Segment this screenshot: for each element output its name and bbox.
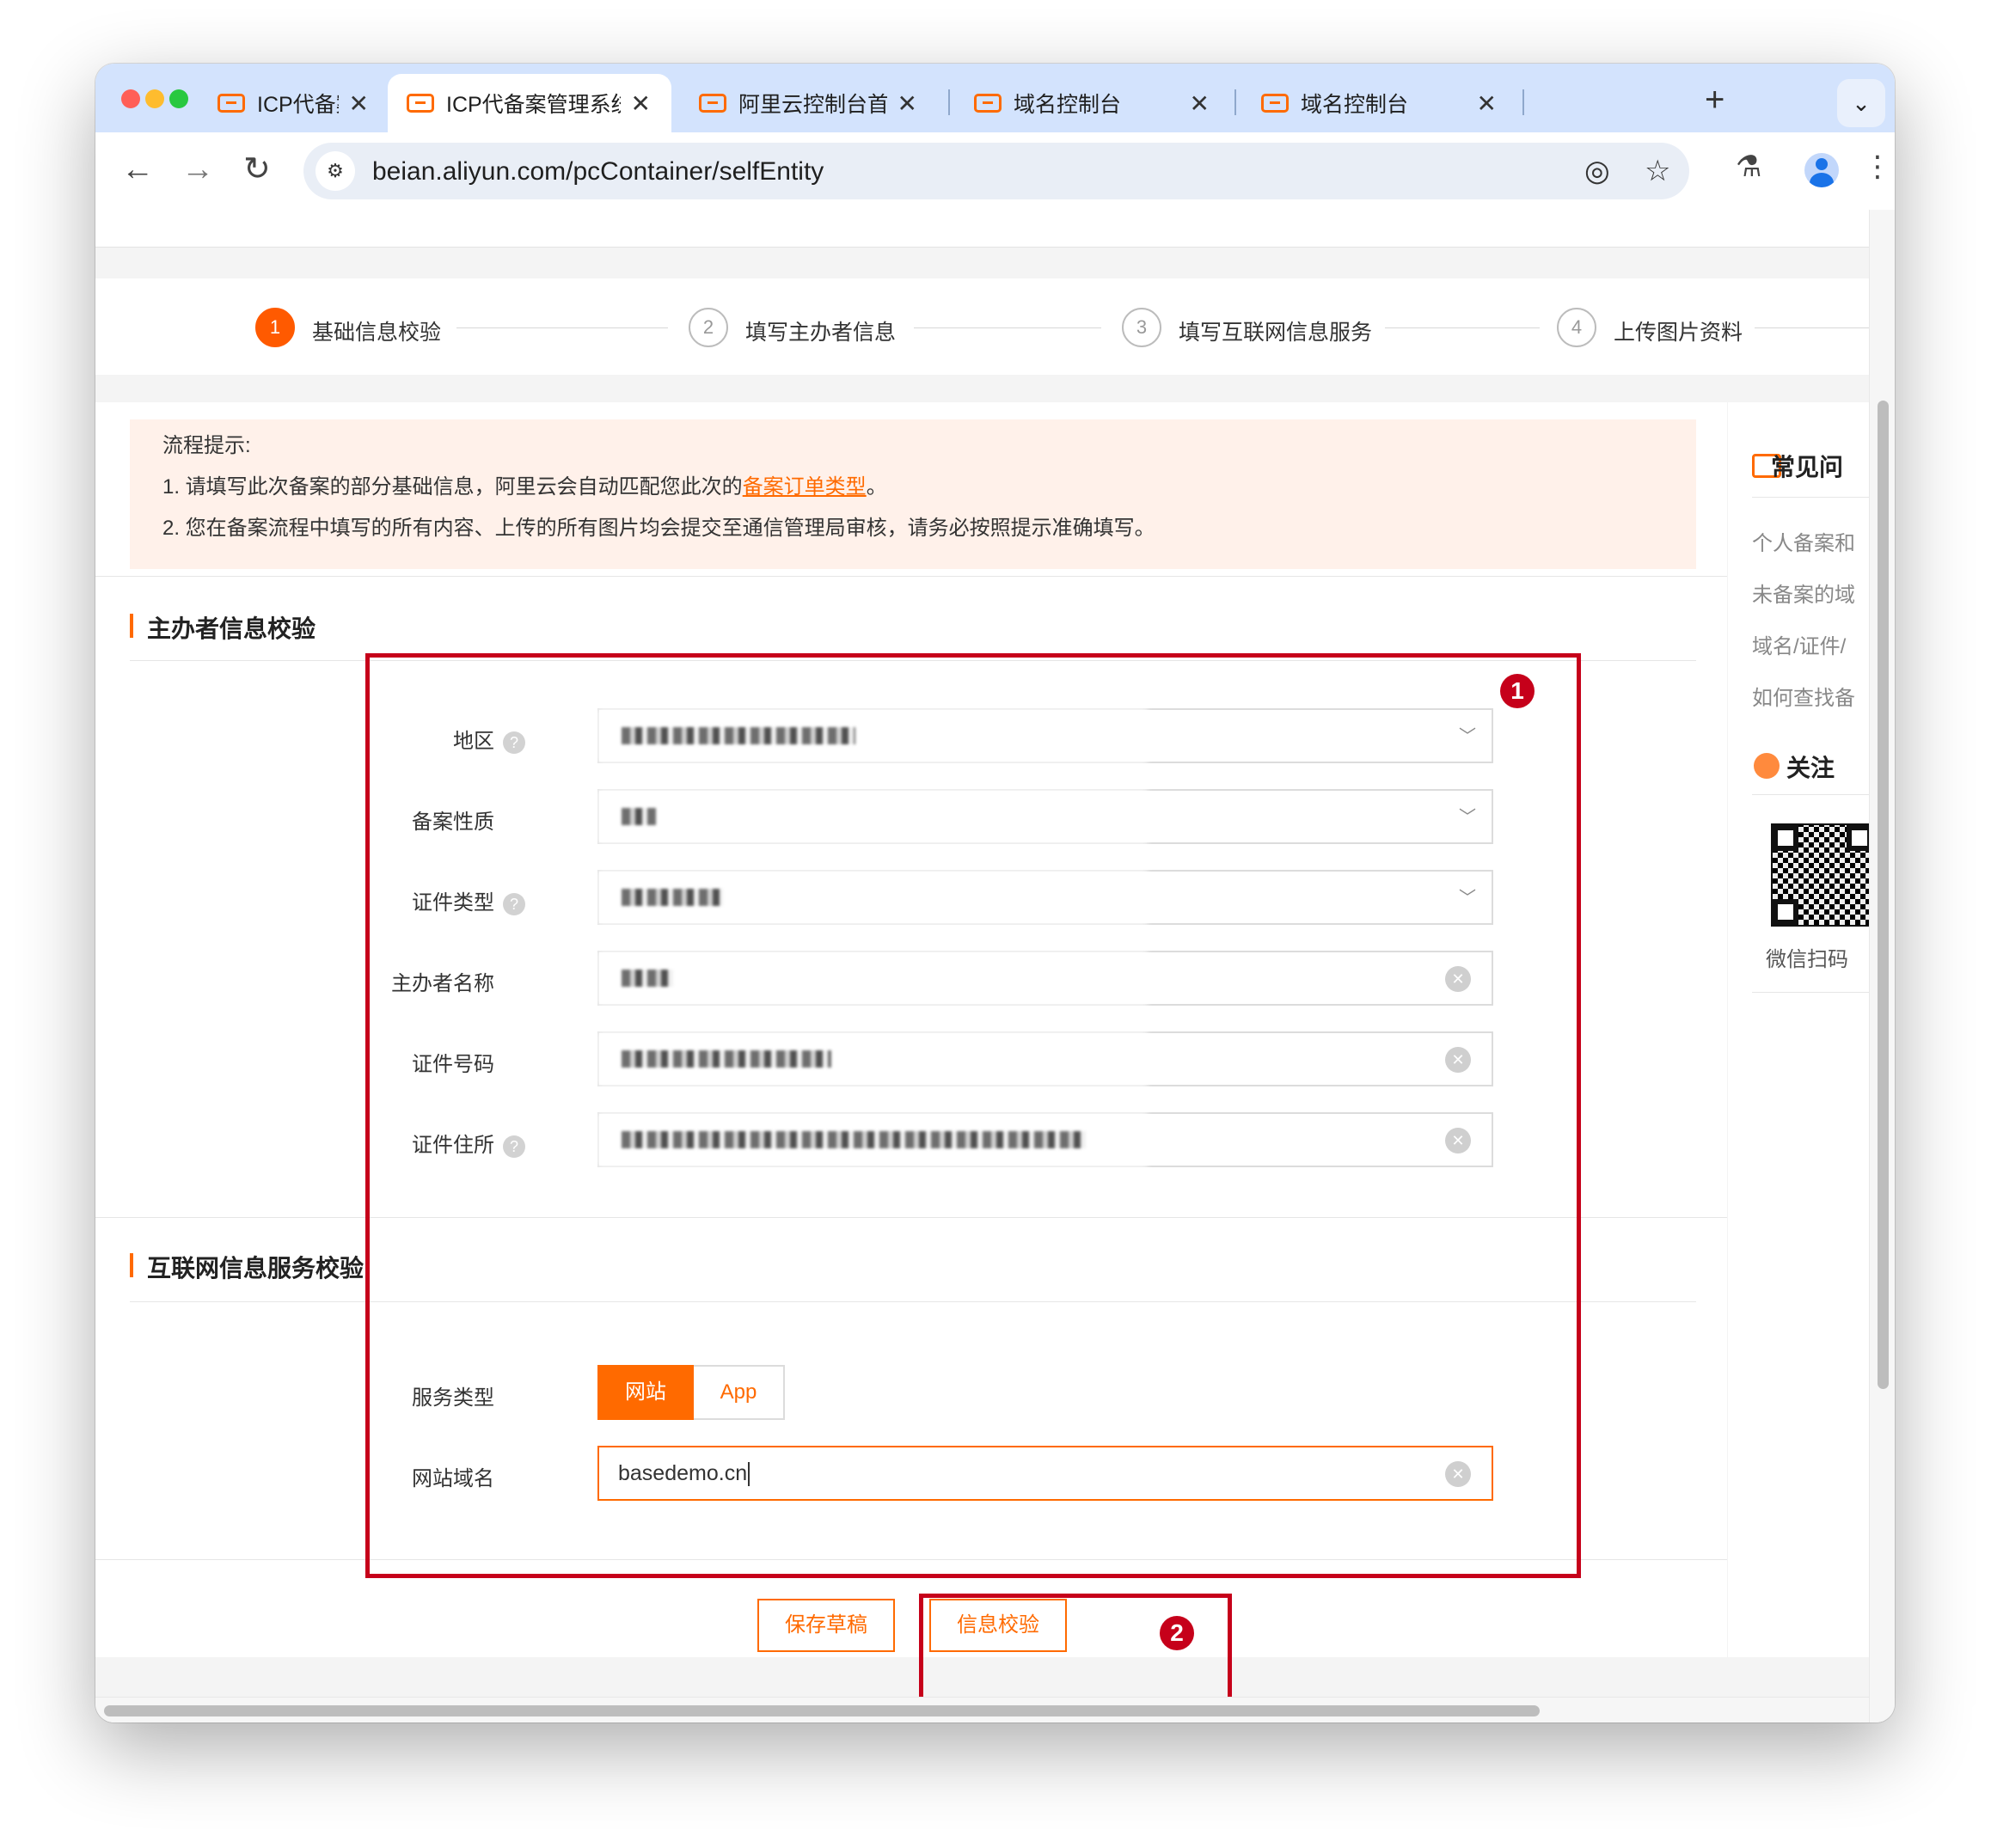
aliyun-icon xyxy=(699,94,726,113)
step-4-label: 上传图片资料 xyxy=(1614,321,1743,345)
faq-item[interactable]: 未备案的域 xyxy=(1752,578,1855,608)
step-2-number: 2 xyxy=(689,308,728,347)
tab-strip: ICP代备案管理系统 ✕ ICP代备案管理系统 ✕ 阿里云控制台首页 ✕ 域名控… xyxy=(95,64,1895,132)
progress-steps: 1 基础信息校验 2 填写主办者信息 3 填写互联网信息服务 4 上传图片资料 xyxy=(95,278,1869,375)
save-draft-button[interactable]: 保存草稿 xyxy=(757,1599,895,1652)
faq-title: 常见问 xyxy=(1771,454,1844,480)
vertical-scrollbar[interactable] xyxy=(1869,210,1895,1723)
new-tab-icon[interactable]: + xyxy=(1705,81,1725,119)
order-type-link[interactable]: 备案订单类型 xyxy=(743,475,867,499)
scroll-thumb[interactable] xyxy=(1878,401,1889,1389)
close-window-button[interactable] xyxy=(121,89,140,108)
annotation-box-1 xyxy=(365,653,1581,1578)
step-connector xyxy=(1755,327,1869,328)
close-tab-icon[interactable]: ✕ xyxy=(1190,89,1210,118)
step-1-number: 1 xyxy=(255,308,295,347)
tab-search-chevron-icon[interactable]: ⌄ xyxy=(1837,79,1885,127)
step-3-label: 填写互联网信息服务 xyxy=(1179,321,1373,345)
more-menu-icon[interactable]: ⋮ xyxy=(1863,150,1892,184)
qr-finder xyxy=(1773,825,1798,851)
aliyun-icon xyxy=(974,94,1002,113)
address-bar[interactable]: ⚙ beian.aliyun.com/pcContainer/selfEntit… xyxy=(303,143,1689,199)
divider xyxy=(95,576,1727,577)
step-connector xyxy=(1385,327,1540,328)
minimize-window-button[interactable] xyxy=(145,89,164,108)
site-info-icon[interactable]: ⚙ xyxy=(315,151,355,191)
service-section-title: 互联网信息服务校验 xyxy=(130,1250,364,1284)
tab-title: ICP代备案管理系统 xyxy=(446,93,621,117)
tab-title: 阿里云控制台首页 xyxy=(738,93,887,117)
follow-title: 关注 xyxy=(1786,755,1835,781)
notice-line-1-end: 。 xyxy=(866,475,887,499)
divider xyxy=(1752,497,1869,498)
browser-tab[interactable]: 域名控制台 ✕ xyxy=(1242,74,1517,132)
notice-line-2: 2. 您在备案流程中填写的所有内容、上传的所有图片均会提交至通信管理局审核，请务… xyxy=(162,517,1155,540)
back-arrow-icon[interactable]: ← xyxy=(121,148,154,191)
wechat-icon xyxy=(1754,753,1780,779)
close-tab-icon[interactable]: ✕ xyxy=(349,89,369,118)
browser-tab[interactable]: 域名控制台 ✕ xyxy=(955,74,1230,132)
step-2-label: 填写主办者信息 xyxy=(745,321,897,345)
faq-item[interactable]: 个人备案和 xyxy=(1752,526,1855,556)
browser-toolbar: ← → ↻ ⚙ beian.aliyun.com/pcContainer/sel… xyxy=(95,132,1895,210)
horizontal-scrollbar[interactable] xyxy=(95,1697,1869,1723)
annotation-number-2: 2 xyxy=(1160,1616,1194,1650)
tab-title: ICP代备案管理系统 xyxy=(257,93,339,117)
eye-off-icon[interactable]: ◎ xyxy=(1584,154,1610,188)
qr-finder xyxy=(1773,899,1798,925)
tab-separator xyxy=(1234,89,1236,115)
scroll-thumb[interactable] xyxy=(104,1705,1540,1716)
maximize-window-button[interactable] xyxy=(169,89,188,108)
browser-tab-active[interactable]: ICP代备案管理系统 ✕ xyxy=(388,74,671,132)
tab-separator xyxy=(948,89,950,115)
notice-line-1: 1. 请填写此次备案的部分基础信息，阿里云会自动匹配您此次的备案订单类型。 xyxy=(162,476,1696,499)
qr-caption: 微信扫码 xyxy=(1766,948,1848,971)
step-1-label: 基础信息校验 xyxy=(312,321,442,345)
aliyun-icon xyxy=(407,94,434,113)
wechat-qr-code xyxy=(1771,823,1869,927)
faq-item[interactable]: 域名/证件/ xyxy=(1752,629,1846,659)
process-notice: 流程提示: 1. 请填写此次备案的部分基础信息，阿里云会自动匹配您此次的备案订单… xyxy=(130,419,1696,569)
url-text[interactable]: beian.aliyun.com/pcContainer/selfEntity xyxy=(372,157,824,187)
browser-tab[interactable]: 阿里云控制台首页 ✕ xyxy=(680,74,938,132)
aliyun-icon xyxy=(217,94,245,113)
page-top-band xyxy=(95,210,1869,248)
notice-line-1-text: 1. 请填写此次备案的部分基础信息，阿里云会自动匹配您此次的 xyxy=(162,475,743,499)
step-connector xyxy=(914,327,1101,328)
sponsor-section-title: 主办者信息校验 xyxy=(130,610,315,645)
step-3-number: 3 xyxy=(1122,308,1161,347)
reload-icon[interactable]: ↻ xyxy=(243,148,271,191)
qr-finder xyxy=(1847,825,1869,851)
tab-title: 域名控制台 xyxy=(1301,93,1409,117)
divider xyxy=(1752,794,1869,795)
help-sidebar: 常见问 个人备案和 未备案的域 域名/证件/ 如何查找备 关注 微信扫码 xyxy=(1728,402,1869,1657)
browser-window: ICP代备案管理系统 ✕ ICP代备案管理系统 ✕ 阿里云控制台首页 ✕ 域名控… xyxy=(95,64,1895,1723)
aliyun-icon xyxy=(1261,94,1289,113)
profile-avatar-icon[interactable] xyxy=(1804,153,1839,187)
page-viewport: 1 基础信息校验 2 填写主办者信息 3 填写互联网信息服务 4 上传图片资料 … xyxy=(95,210,1895,1723)
star-bookmark-icon[interactable]: ☆ xyxy=(1645,154,1670,188)
step-4-number: 4 xyxy=(1557,308,1596,347)
annotation-number-1: 1 xyxy=(1500,674,1535,708)
labs-flask-icon[interactable]: ⚗ xyxy=(1736,150,1761,184)
notice-title: 流程提示: xyxy=(162,434,251,457)
browser-tab[interactable]: ICP代备案管理系统 ✕ xyxy=(199,74,389,132)
step-connector xyxy=(456,327,668,328)
close-tab-icon[interactable]: ✕ xyxy=(631,89,651,118)
tab-separator xyxy=(1522,89,1524,115)
close-tab-icon[interactable]: ✕ xyxy=(897,89,917,118)
close-tab-icon[interactable]: ✕ xyxy=(1477,89,1497,118)
forward-arrow-icon[interactable]: → xyxy=(181,148,214,191)
tab-title: 域名控制台 xyxy=(1014,93,1122,117)
divider xyxy=(1752,992,1869,993)
faq-item[interactable]: 如何查找备 xyxy=(1752,681,1855,711)
